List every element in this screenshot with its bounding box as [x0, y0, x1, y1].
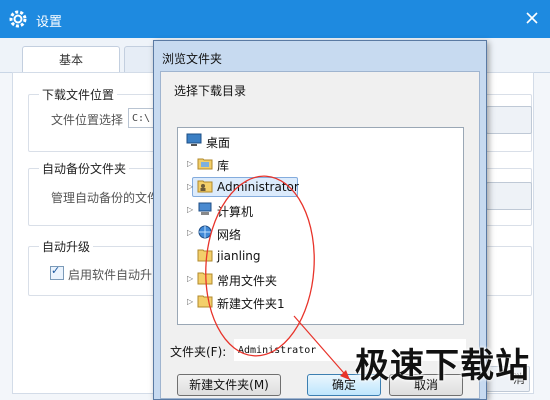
expand-arrow-icon[interactable]: ▷: [187, 228, 193, 237]
new-folder-button[interactable]: 新建文件夹(M): [177, 374, 281, 396]
settings-titlebar: 设置: [0, 0, 550, 38]
close-icon[interactable]: [524, 10, 540, 26]
expand-arrow-icon[interactable]: ▷: [187, 274, 193, 283]
user-folder-icon: [197, 180, 213, 193]
folder-icon: [197, 249, 213, 262]
tree-item-label: jianling: [217, 249, 261, 263]
desktop-icon: [186, 133, 202, 146]
browse-button[interactable]: [486, 106, 532, 134]
tree-item-common-folder[interactable]: ▷ 常用文件夹: [178, 269, 463, 289]
expand-arrow-icon[interactable]: ▷: [187, 205, 193, 214]
tree-item-label: Administrator: [217, 180, 299, 194]
tree-item-new-folder-1[interactable]: ▷ 新建文件夹1: [178, 292, 463, 312]
library-icon: [197, 158, 213, 170]
tree-item-label: 计算机: [217, 205, 254, 219]
tree-item-network[interactable]: ▷ 网络: [178, 223, 463, 243]
tree-item-label: 常用文件夹: [217, 274, 278, 288]
tab-basic[interactable]: 基本: [22, 46, 120, 73]
backup-group-title: 自动备份文件夹: [39, 160, 130, 177]
upgrade-group-title: 自动升级: [39, 238, 94, 255]
network-icon: [198, 225, 212, 239]
tree-item-label: 桌面: [206, 136, 231, 150]
expand-arrow-icon[interactable]: ▷: [187, 182, 193, 191]
gear-icon: [9, 10, 27, 28]
manage-backup-button[interactable]: [486, 182, 532, 210]
tree-item-libraries[interactable]: ▷ 库: [178, 154, 463, 174]
auto-upgrade-checkbox[interactable]: [50, 264, 64, 280]
tree-item-jianling[interactable]: jianling: [178, 246, 463, 266]
dialog-title: 浏览文件夹: [162, 52, 223, 66]
download-group-title: 下载文件位置: [39, 86, 118, 103]
folder-icon: [197, 295, 213, 308]
tree-item-label: 新建文件夹1: [217, 297, 285, 311]
folder-tree[interactable]: 桌面 ▷ 库 ▷ Administrator ▷ 计算机 ▷ 网络 jianli…: [177, 127, 464, 325]
settings-title: 设置: [36, 15, 63, 30]
watermark-text: 极速下载站: [355, 346, 530, 386]
backup-folder-label: 管理自动备份的文件: [51, 191, 160, 205]
download-location-label: 文件位置选择: [51, 113, 124, 127]
folder-field-label: 文件夹(F):: [170, 345, 227, 359]
computer-icon: [198, 202, 212, 215]
expand-arrow-icon[interactable]: ▷: [187, 297, 193, 306]
tree-item-computer[interactable]: ▷ 计算机: [178, 200, 463, 220]
expand-arrow-icon[interactable]: ▷: [187, 159, 193, 168]
auto-upgrade-label: 启用软件自动升: [68, 268, 153, 282]
tree-item-label: 库: [217, 159, 230, 173]
dialog-prompt: 选择下载目录: [174, 84, 247, 98]
tree-item-administrator[interactable]: ▷ Administrator: [178, 177, 463, 197]
folder-icon: [197, 272, 213, 285]
tree-item-label: 网络: [217, 228, 242, 242]
tree-item-desktop[interactable]: 桌面: [178, 131, 463, 151]
